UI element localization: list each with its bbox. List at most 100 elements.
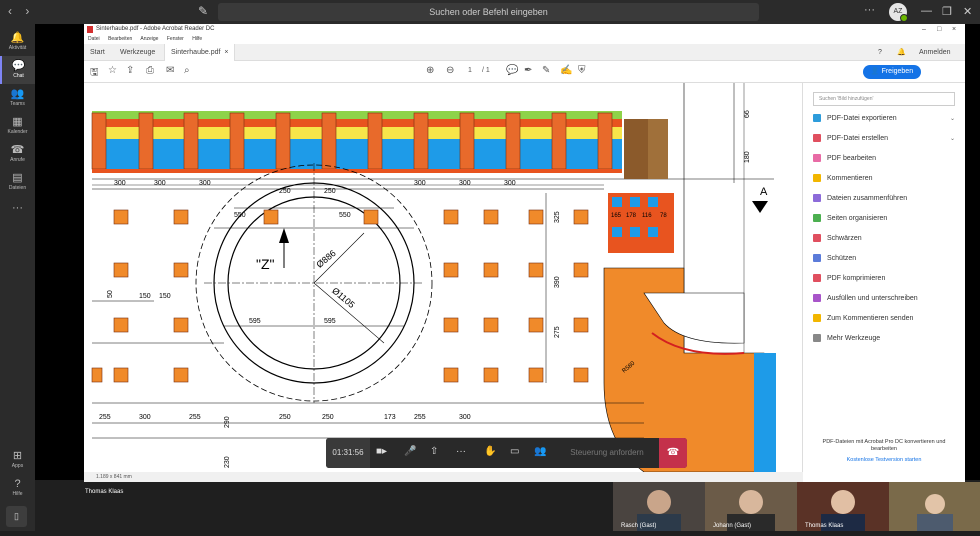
sign-icon[interactable]: ✍ xyxy=(560,65,572,76)
menu-anzeige[interactable]: Anzeige xyxy=(140,36,158,42)
document-canvas[interactable]: 300 300 300 250 250 300 300 300 550 550 … xyxy=(84,83,803,472)
tool-protect[interactable]: Schützen xyxy=(813,251,955,267)
dim-390: 390 xyxy=(554,276,561,288)
stamp-icon[interactable]: ⛨ xyxy=(578,65,586,76)
back-icon[interactable]: ‹ xyxy=(8,4,12,18)
dim-290: 290 xyxy=(224,416,231,428)
tool-label: PDF-Datei exportieren xyxy=(827,115,897,122)
comment-icon[interactable]: 💬 xyxy=(506,65,518,76)
tool-fill-sign[interactable]: Ausfüllen und unterschreiben xyxy=(813,291,955,307)
rail-teams[interactable]: 👥 Teams xyxy=(0,84,35,112)
menu-datei[interactable]: Datei xyxy=(88,36,100,42)
rail-more[interactable]: ··· xyxy=(0,198,35,226)
camera-icon[interactable]: ■▸ xyxy=(376,446,387,457)
tool-create-pdf[interactable]: PDF-Datei erstellen ⌄ xyxy=(813,131,955,147)
tab-document[interactable]: Sinterhaube.pdf × xyxy=(164,44,236,61)
block-178: 178 xyxy=(626,213,637,219)
menu-bearbeiten[interactable]: Bearbeiten xyxy=(108,36,132,42)
participant-tile-1[interactable]: Johann (Gast) xyxy=(705,482,797,531)
dim-180: 180 xyxy=(744,151,751,163)
chat-icon[interactable]: ▭ xyxy=(510,446,519,457)
trial-link[interactable]: Kostenlose Testversion starten xyxy=(813,457,955,464)
tool-comment[interactable]: Kommentieren xyxy=(813,171,955,187)
rail-calendar[interactable]: ▦ Kalender xyxy=(0,112,35,140)
tool-organize[interactable]: Seiten organisieren xyxy=(813,211,955,227)
tab-start[interactable]: Start xyxy=(84,44,111,61)
search-input[interactable]: Suchen oder Befehl eingeben xyxy=(218,3,759,21)
page-down-icon[interactable]: ⊖ xyxy=(446,65,454,76)
participant-tile-2[interactable]: Thomas Klaas xyxy=(797,482,889,531)
tools-search-input[interactable]: Suchen 'Bild hinzufügen' xyxy=(813,92,955,106)
minimize-icon[interactable]: — xyxy=(921,5,932,17)
avatar[interactable]: AZ xyxy=(889,3,908,22)
north-arrow xyxy=(279,228,289,243)
participant-tile-3[interactable] xyxy=(889,482,980,531)
rail-apps[interactable]: ⊞ Apps xyxy=(0,446,35,474)
tool-label: Kommentieren xyxy=(827,175,873,182)
brick-row-top xyxy=(92,111,622,169)
chevron-down-icon[interactable]: ⌄ xyxy=(950,131,955,147)
raise-hand-icon[interactable]: ✋ xyxy=(484,446,496,457)
device-icon[interactable]: ▯ xyxy=(6,506,27,527)
tool-export-pdf[interactable]: PDF-Datei exportieren ⌄ xyxy=(813,111,955,127)
reader-title-bar: Sinterhaube.pdf - Adobe Acrobat Reader D… xyxy=(84,24,965,35)
dim-top-5: 300 xyxy=(414,180,426,187)
bookmark-icon[interactable]: ☆ xyxy=(108,65,117,76)
rail-label: Anrufe xyxy=(10,157,25,163)
signin-link[interactable]: Anmelden xyxy=(919,44,951,61)
participant-name: Rasch (Gast) xyxy=(621,523,657,529)
mail-icon[interactable]: ✉ xyxy=(166,65,174,76)
tab-werkzeuge[interactable]: Werkzeuge xyxy=(114,44,161,61)
dim-bottom-0: 255 xyxy=(99,414,111,421)
tool-label: PDF-Datei erstellen xyxy=(827,135,889,142)
menu-bar: Datei Bearbeiten Anzeige Fenster Hilfe xyxy=(84,35,965,44)
minimize-icon[interactable]: – xyxy=(922,24,926,35)
tool-combine[interactable]: Dateien zusammenführen xyxy=(813,191,955,207)
rail-calls[interactable]: ☎ Anrufe xyxy=(0,140,35,168)
forward-icon[interactable]: › xyxy=(25,4,29,18)
pen-icon[interactable]: ✒ xyxy=(524,65,532,76)
tool-redact[interactable]: Schwärzen xyxy=(813,231,955,247)
request-control-button[interactable]: Steuerung anfordern xyxy=(555,438,659,468)
maximize-icon[interactable]: ❐ xyxy=(942,5,952,18)
compose-icon[interactable]: ✎ xyxy=(198,4,208,18)
rail-help[interactable]: ? Hilfe xyxy=(0,474,35,502)
search-icon[interactable]: ⌕ xyxy=(184,65,190,76)
rail-chat[interactable]: 💬 Chat xyxy=(0,56,35,84)
print-icon[interactable]: ⎙ xyxy=(146,65,154,76)
dim-left-150a: 150 xyxy=(139,293,151,300)
chevron-down-icon[interactable]: ⌄ xyxy=(950,111,955,127)
menu-fenster[interactable]: Fenster xyxy=(167,36,184,42)
more-options-icon[interactable]: ··· xyxy=(864,4,875,16)
page-up-icon[interactable]: ⊕ xyxy=(426,65,434,76)
help-icon[interactable]: ? xyxy=(878,44,882,61)
participants-icon[interactable]: 👥 xyxy=(534,446,546,457)
dim-bottom-2: 255 xyxy=(189,414,201,421)
rail-activity[interactable]: 🔔 Aktivität xyxy=(0,28,35,56)
save-icon[interactable]: 🖫 xyxy=(90,65,99,82)
tool-more[interactable]: Mehr Werkzeuge xyxy=(813,331,955,347)
tool-send-comment[interactable]: Zum Kommentieren senden xyxy=(813,311,955,327)
close-icon[interactable]: × xyxy=(952,24,956,35)
highlight-icon[interactable]: ✎ xyxy=(542,65,550,76)
bell-icon[interactable]: 🔔 xyxy=(897,44,906,61)
rail-files[interactable]: ▤ Dateien xyxy=(0,168,35,196)
participant-tile-0[interactable]: Rasch (Gast) xyxy=(613,482,705,531)
page-number-input[interactable]: 1 xyxy=(468,67,472,74)
app-rail: 🔔 Aktivität 💬 Chat 👥 Teams ▦ Kalender ☎ … xyxy=(0,24,35,531)
maximize-icon[interactable]: □ xyxy=(937,24,941,35)
tool-compress[interactable]: PDF komprimieren xyxy=(813,271,955,287)
toolbar: 🖫 ☆ ⇪ ⎙ ✉ ⌕ ⊕ ⊖ 1 / 1 💬 ✒ ✎ ✍ ⛨ 👤 Freige… xyxy=(84,61,965,83)
share-screen-icon[interactable]: ⇧ xyxy=(430,446,438,457)
share-button[interactable]: 👤 Freigeben xyxy=(863,65,921,79)
upload-icon[interactable]: ⇪ xyxy=(126,65,134,76)
menu-hilfe[interactable]: Hilfe xyxy=(192,36,202,42)
dim-top-3: 250 xyxy=(279,188,291,195)
section-label-a: A xyxy=(760,186,768,198)
hang-up-button[interactable]: ☎ xyxy=(659,438,687,468)
tool-edit-pdf[interactable]: PDF bearbeiten xyxy=(813,151,955,167)
microphone-icon[interactable]: 🎤 xyxy=(404,446,416,457)
share-button-label: Freigeben xyxy=(881,68,914,75)
close-icon[interactable]: ✕ xyxy=(963,5,972,18)
more-actions-icon[interactable]: ··· xyxy=(456,446,466,457)
